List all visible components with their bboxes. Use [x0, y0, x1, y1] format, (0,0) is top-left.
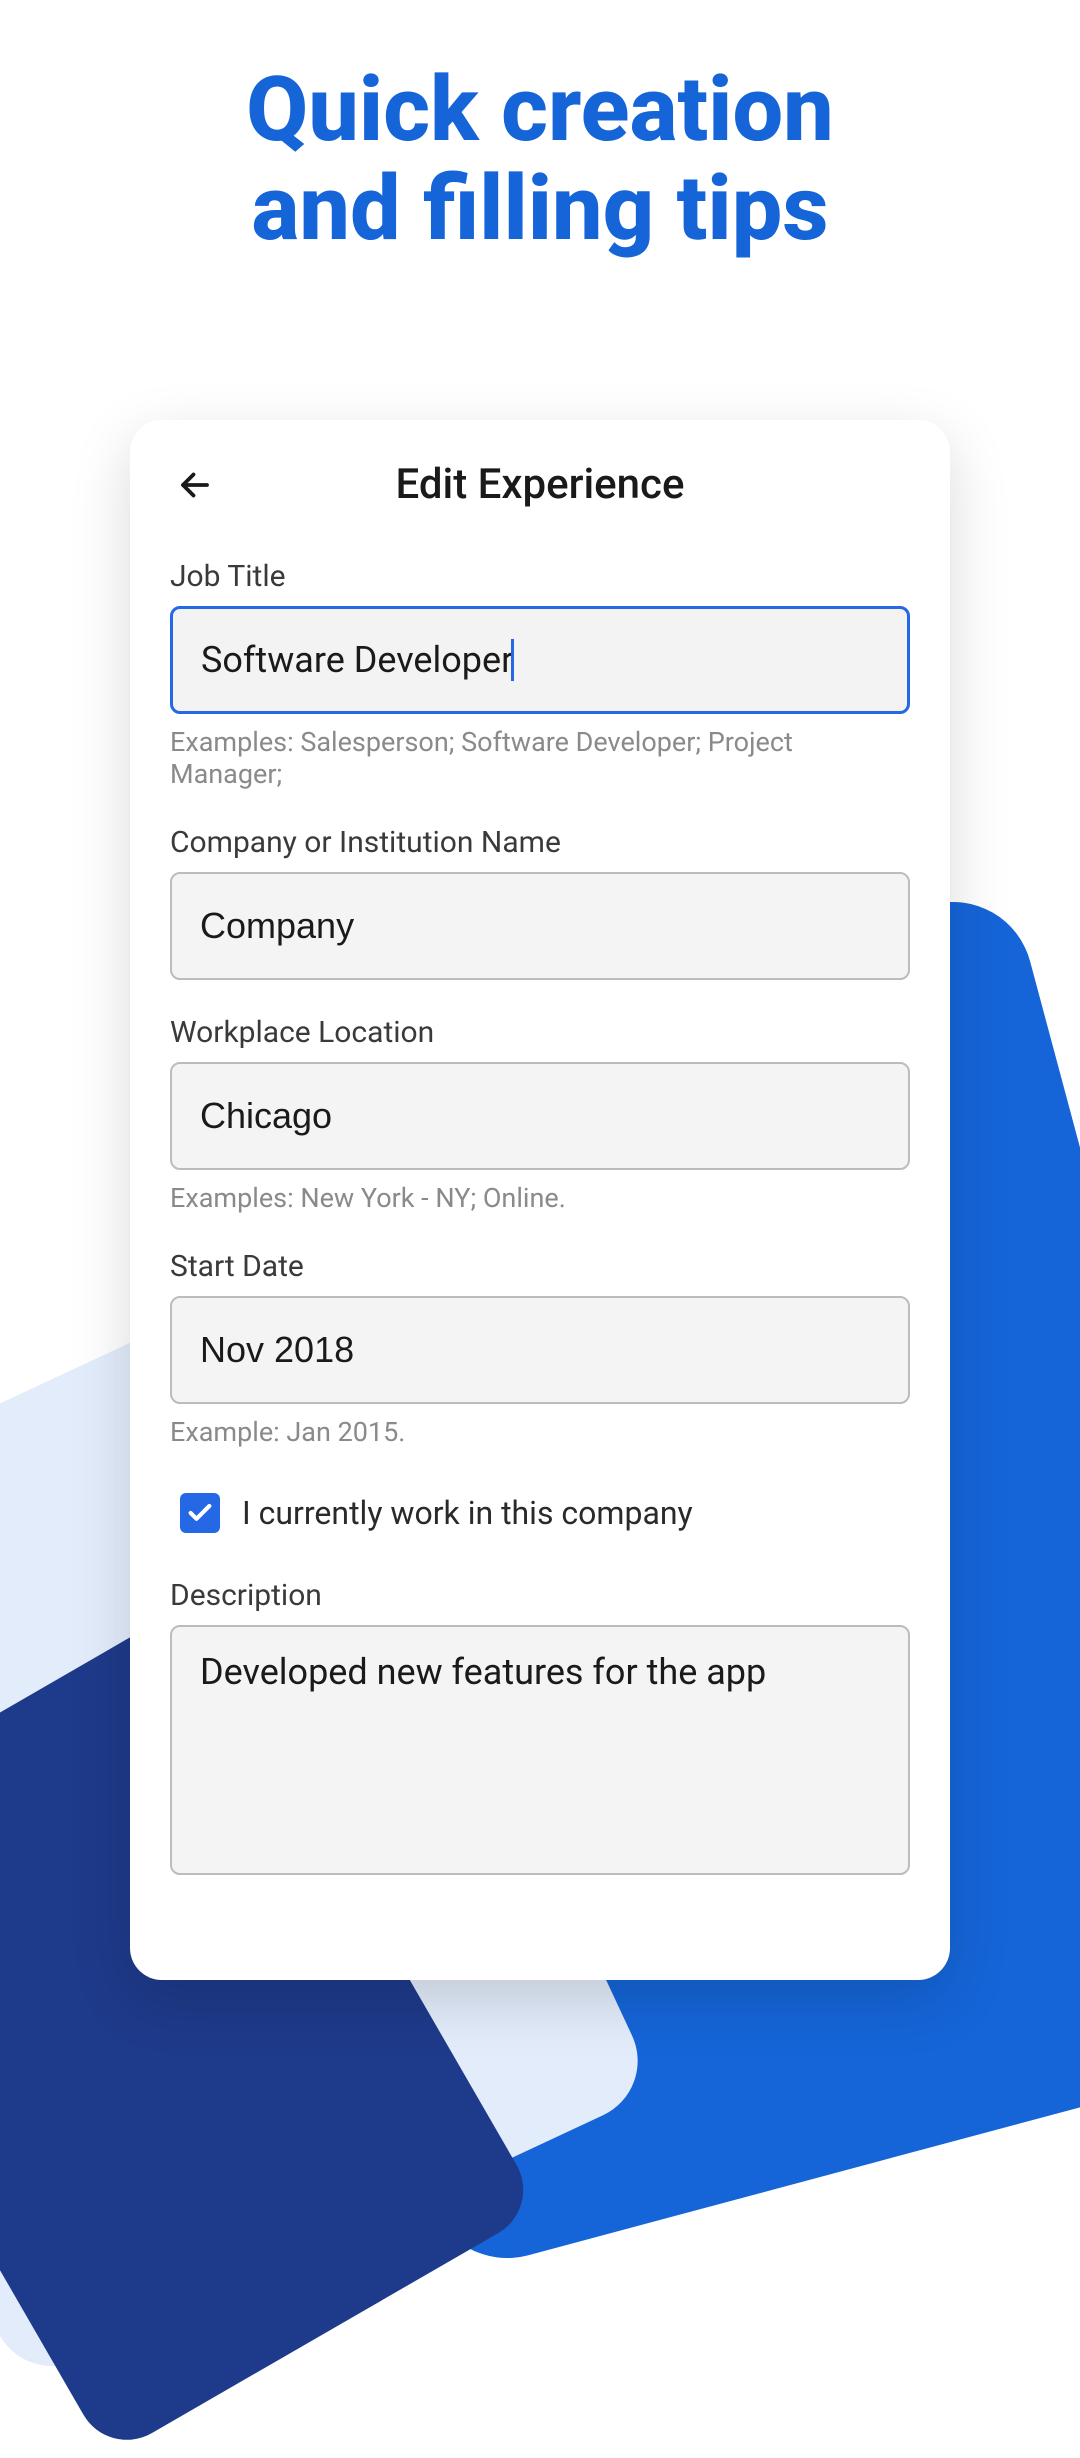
start-date-hint: Example: Jan 2015. [170, 1416, 910, 1448]
card-header: Edit Experience [170, 460, 910, 509]
location-label: Workplace Location [170, 1015, 910, 1050]
current-work-label: I currently work in this company [242, 1494, 693, 1532]
edit-experience-card: Edit Experience Job Title Software Devel… [130, 420, 950, 1980]
location-input[interactable] [170, 1062, 910, 1170]
page-title: Edit Experience [170, 460, 910, 509]
arrow-left-icon [177, 467, 213, 503]
description-input[interactable] [170, 1625, 910, 1875]
company-input[interactable] [170, 872, 910, 980]
current-work-checkbox[interactable] [180, 1493, 220, 1533]
location-hint: Examples: New York - NY; Online. [170, 1182, 910, 1214]
check-icon [186, 1499, 214, 1527]
start-date-label: Start Date [170, 1249, 910, 1284]
job-title-hint: Examples: Salesperson; Software Develope… [170, 726, 910, 790]
current-work-checkbox-row[interactable]: I currently work in this company [180, 1493, 910, 1533]
hero-title: Quick creation and filling tips [0, 60, 1080, 258]
job-title-input[interactable]: Software Developer [170, 606, 910, 714]
company-field-group: Company or Institution Name [170, 825, 910, 980]
start-date-field-group: Start Date Example: Jan 2015. [170, 1249, 910, 1448]
start-date-input[interactable] [170, 1296, 910, 1404]
job-title-label: Job Title [170, 559, 910, 594]
company-label: Company or Institution Name [170, 825, 910, 860]
back-button[interactable] [170, 460, 220, 510]
text-caret-icon [511, 639, 514, 681]
location-field-group: Workplace Location Examples: New York - … [170, 1015, 910, 1214]
description-field-group: Description [170, 1578, 910, 1879]
job-title-field-group: Job Title Software Developer Examples: S… [170, 559, 910, 790]
description-label: Description [170, 1578, 910, 1613]
